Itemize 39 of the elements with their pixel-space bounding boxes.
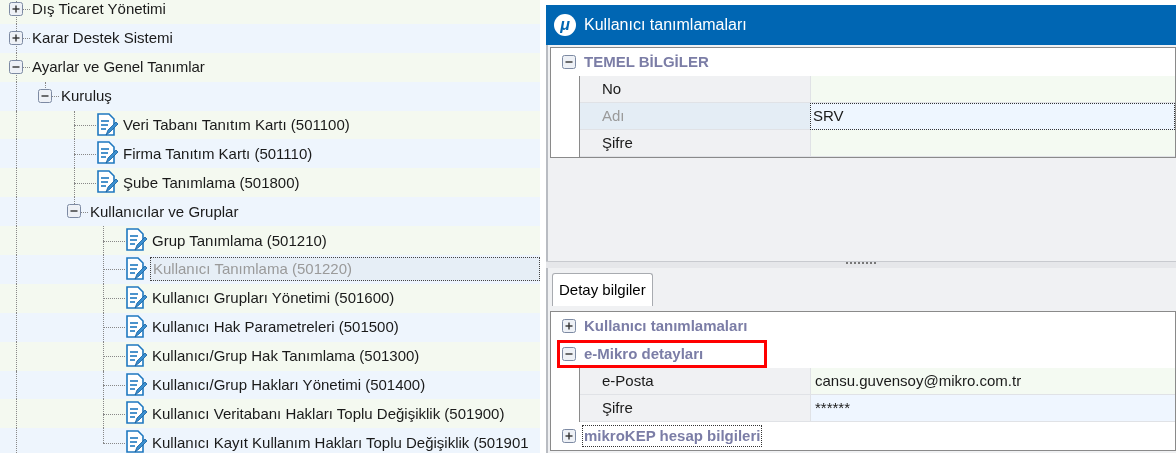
collapse-minus-icon[interactable]: [38, 88, 52, 103]
property-value-field[interactable]: [810, 130, 1175, 157]
collapse-minus-icon[interactable]: [9, 59, 23, 74]
document-pencil-icon: [96, 112, 118, 137]
property-value-field[interactable]: cansu.guvensoy@mikro.com.tr: [810, 368, 1175, 395]
app-logo: μ: [554, 14, 576, 36]
document-pencil-icon: [125, 372, 147, 397]
collapse-minus-icon[interactable]: [562, 55, 576, 69]
collapse-minus-icon[interactable]: [67, 204, 81, 219]
property-value-field[interactable]: SRV: [810, 103, 1175, 130]
document-pencil-icon: [125, 228, 147, 253]
document-pencil-icon: [125, 343, 147, 368]
document-pencil-icon: [96, 141, 118, 166]
property-label: No: [580, 76, 810, 103]
document-pencil-icon: [125, 401, 147, 426]
property-label: Adı: [580, 103, 810, 130]
document-pencil-icon: [96, 170, 118, 195]
property-label: Şifre: [580, 395, 810, 422]
document-pencil-icon: [125, 430, 147, 453]
tree-item[interactable]: Kuruluş: [59, 85, 114, 108]
expand-plus-icon[interactable]: [9, 30, 23, 45]
collapse-minus-icon[interactable]: [562, 347, 576, 361]
tab[interactable]: Detay bilgiler: [552, 273, 653, 306]
document-pencil-icon: [125, 285, 147, 310]
document-pencil-icon: [125, 314, 147, 339]
property-label: e-Posta: [580, 368, 810, 395]
category-header[interactable]: Kullanıcı tanımlamaları: [582, 315, 750, 337]
property-label: Şifre: [580, 130, 810, 157]
document-pencil-icon: [125, 257, 147, 281]
category-header[interactable]: mikroKEP hesap bilgileri: [582, 425, 763, 447]
splitter-handle[interactable]: [546, 261, 1176, 268]
window-title: Kullanıcı tanımlamaları: [584, 15, 747, 35]
expand-plus-icon[interactable]: [562, 319, 576, 333]
expand-plus-icon[interactable]: [9, 2, 23, 16]
category-header[interactable]: TEMEL BİLGİLER: [582, 51, 711, 73]
property-value-field[interactable]: ******: [810, 395, 1175, 422]
property-value-field[interactable]: [810, 76, 1175, 103]
category-header[interactable]: e-Mikro detayları: [582, 343, 706, 365]
expand-plus-icon[interactable]: [562, 429, 576, 443]
